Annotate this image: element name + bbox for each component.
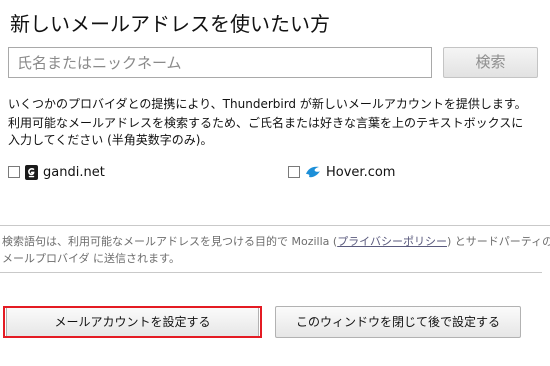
privacy-line-2: メールプロバイダ に送信されます。 <box>2 252 180 265</box>
hover-checkbox[interactable] <box>288 166 300 178</box>
gandi-checkbox[interactable] <box>8 166 20 178</box>
page-title: 新しいメールアドレスを使いたい方 <box>10 12 330 36</box>
provider-hover[interactable]: Hover.com <box>288 163 395 181</box>
setup-mail-account-button[interactable]: メールアカウントを設定する <box>6 306 259 338</box>
close-window-button[interactable]: このウィンドウを閉じて後で設定する <box>275 306 521 338</box>
description-line-3: 入力してください (半角英数字のみ)。 <box>8 133 213 147</box>
privacy-notice: 検索語句は、利用可能なメールアドレスを見つける目的で Mozilla (プライバ… <box>2 233 550 267</box>
separator-bottom <box>0 272 542 273</box>
search-button[interactable]: 検索 <box>443 47 538 78</box>
privacy-policy-link[interactable]: プライバシーポリシー <box>337 235 447 248</box>
description-line-2: 利用可能なメールアドレスを検索するため、ご氏名または好きな言葉を上のテキストボッ… <box>8 116 524 130</box>
hover-label: Hover.com <box>326 164 396 180</box>
privacy-suffix: ) とサードパーティの <box>446 235 550 248</box>
description-line-1: いくつかのプロバイダとの提携により、Thunderbird が新しいメールアカウ… <box>8 97 527 111</box>
gandi-label: gandi.net <box>43 164 105 180</box>
separator-top <box>0 225 550 226</box>
privacy-prefix: 検索語句は、利用可能なメールアドレスを見つける目的で Mozilla ( <box>2 235 338 248</box>
search-input[interactable] <box>8 47 432 78</box>
hover-icon <box>305 165 321 179</box>
gandi-icon <box>25 164 38 180</box>
provider-gandi[interactable]: gandi.net <box>8 163 105 181</box>
privacy-line-1: 検索語句は、利用可能なメールアドレスを見つける目的で Mozilla (プライバ… <box>2 233 550 250</box>
